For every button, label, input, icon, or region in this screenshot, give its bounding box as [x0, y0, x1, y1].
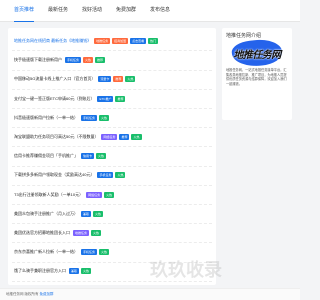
task-list-card: 地推任务网在线招商 最新任务《地推赚钱》 地推任务 招商加盟 点击查看 热门 快手极速版下…	[8, 28, 216, 299]
task-title[interactable]: 地推任务网在线招商 最新任务《地推赚钱》	[14, 38, 91, 44]
task-tag-badge: 地推任务	[94, 38, 111, 44]
task-row[interactable]: T3出行注册领取新人奖励（一单10元） 网络任务 火热	[12, 186, 212, 205]
task-tag-badge: 信用卡	[81, 153, 95, 160]
task-tag-badge: 火热	[91, 230, 102, 236]
task-title[interactable]: 淘宝联盟助力任务项目可高达50元（不限数量）	[14, 134, 98, 140]
task-tag-badge: ETC推广	[97, 95, 114, 102]
site-intro-panel: 地推任务网介绍 地推任务网 地推任务网，一站式地推任务接单平台，汇集各类地推拉新…	[222, 28, 292, 120]
task-tag-badge: 火热	[83, 57, 94, 64]
task-row[interactable]: 信用卡推荐赚佣金项目「手机推广」 信用卡 火热	[12, 147, 212, 167]
task-row[interactable]: 饿了么骑手兼职注册官方入口 兼职 火热	[12, 262, 212, 282]
task-tag-badge: 火热	[125, 76, 136, 83]
task-tag-badge: 兼职	[69, 268, 80, 275]
tab-publish-info[interactable]: 发布信息	[150, 6, 170, 13]
footer: 地推任务网 版权所有 免费加群	[0, 288, 300, 300]
site-intro-title: 地推任务网介绍	[226, 33, 262, 39]
task-tag-badge: 火热	[96, 153, 107, 160]
top-nav: 首页推荐 最新任务 找好活动 免费加群 发布信息	[0, 0, 300, 22]
task-title[interactable]: 支付宝一键一签正版ETC申请60元（到账后）	[14, 96, 94, 102]
task-row[interactable]: 下载拼多多新用户领取现金（奖励高达40元） 手机任务 火热	[12, 166, 212, 186]
task-row[interactable]: 中国移动5G流量卡线上推广入口（官方首页） 流量卡 推荐 火热	[12, 70, 212, 90]
task-row[interactable]: 京东京喜推广新人拉新（一单一结） 手机任务 火热	[12, 243, 212, 263]
task-title[interactable]: 美团众包骑手注册推广（月入过万）	[14, 211, 78, 217]
footer-copyright: 地推任务网 版权所有	[6, 292, 40, 296]
task-tag-badge: 招商加盟	[112, 38, 129, 44]
logo-text: 地推任务网	[233, 50, 281, 61]
task-tag-badge: 火热	[115, 172, 126, 179]
task-title[interactable]: 中国移动5G流量卡线上推广入口（官方首页）	[14, 76, 95, 82]
task-tag-badge: 手机任务	[81, 114, 98, 121]
task-title[interactable]: 美团优选官方招募地推团长入口	[14, 230, 70, 236]
tab-home-recommend[interactable]: 首页推荐	[14, 6, 35, 22]
task-tag-badge: 推荐	[113, 76, 124, 83]
task-tag-badge: 点击查看	[130, 38, 147, 44]
task-tag-badge: 火热	[131, 134, 142, 140]
task-title[interactable]: 信用卡推荐赚佣金项目「手机推广」	[14, 153, 78, 159]
task-row[interactable]: 抖音极速版新用户拉新（一单一结） 手机任务 火热	[12, 109, 212, 129]
tab-latest-tasks[interactable]: 最新任务	[48, 6, 68, 13]
task-title[interactable]: 快手极速版下载注册新用户	[14, 57, 62, 63]
task-tag-badge: 手机任务	[65, 57, 82, 64]
task-title[interactable]: 抖音极速版新用户拉新（一单一结）	[14, 115, 78, 121]
task-tag-badge: 推荐	[95, 57, 106, 64]
task-tag-badge: 热门	[148, 38, 159, 44]
task-tag-badge: 火热	[81, 268, 92, 275]
task-row[interactable]: 支付宝一键一签正版ETC申请60元（到账后） ETC推广 推荐	[12, 90, 212, 109]
task-row[interactable]: 地推任务网在线招商 最新任务《地推赚钱》 地推任务 招商加盟 点击查看 热门	[12, 32, 212, 52]
task-tag-badge: 网络任务	[86, 191, 103, 198]
task-tag-badge: 推荐	[119, 134, 130, 140]
task-tag-badge: 手机任务	[81, 249, 98, 256]
task-tag-badge: 火热	[104, 191, 115, 198]
task-row[interactable]: 美团众包骑手注册推广（月入过万） 兼职 火热	[12, 205, 212, 225]
task-row[interactable]: 美团优选官方招募地推团长入口 地推任务 火热	[12, 224, 212, 244]
task-row[interactable]: 快手极速版下载注册新用户 手机任务 火热 推荐	[12, 51, 212, 71]
task-tag-badge: 火热	[99, 114, 110, 121]
task-title[interactable]: 京东京喜推广新人拉新（一单一结）	[14, 249, 78, 255]
task-row[interactable]: 淘宝联盟助力任务项目可高达50元（不限数量） 网络任务 推荐 火热	[12, 128, 212, 148]
task-tag-badge: 火热	[99, 249, 110, 256]
task-tag-badge: 兼职	[81, 210, 92, 217]
task-tag-badge: 推荐	[115, 95, 126, 102]
site-logo: 地推任务网	[230, 37, 284, 69]
task-title[interactable]: T3出行注册领取新人奖励（一单10元）	[14, 192, 83, 198]
footer-link[interactable]: 免费加群	[39, 292, 53, 296]
site-intro-description: 地推任务网，一站式地推任务接单平台，汇集各类地推拉新、推广项目，为地推人员提供优…	[226, 68, 287, 86]
task-tag-badge: 地推任务	[73, 230, 90, 236]
task-tag-badge: 流量卡	[98, 76, 112, 83]
tab-free-group[interactable]: 免费加群	[116, 6, 136, 13]
footer-text: 地推任务网 版权所有 免费加群	[6, 292, 53, 297]
task-title[interactable]: 饿了么骑手兼职注册官方入口	[14, 268, 66, 274]
task-tag-badge: 手机任务	[97, 172, 114, 179]
task-tag-badge: 火热	[93, 210, 104, 217]
task-title[interactable]: 下载拼多多新用户领取现金（奖励高达40元）	[14, 172, 94, 178]
task-tag-badge: 网络任务	[101, 134, 118, 140]
tab-find-activities[interactable]: 找好活动	[82, 6, 102, 13]
